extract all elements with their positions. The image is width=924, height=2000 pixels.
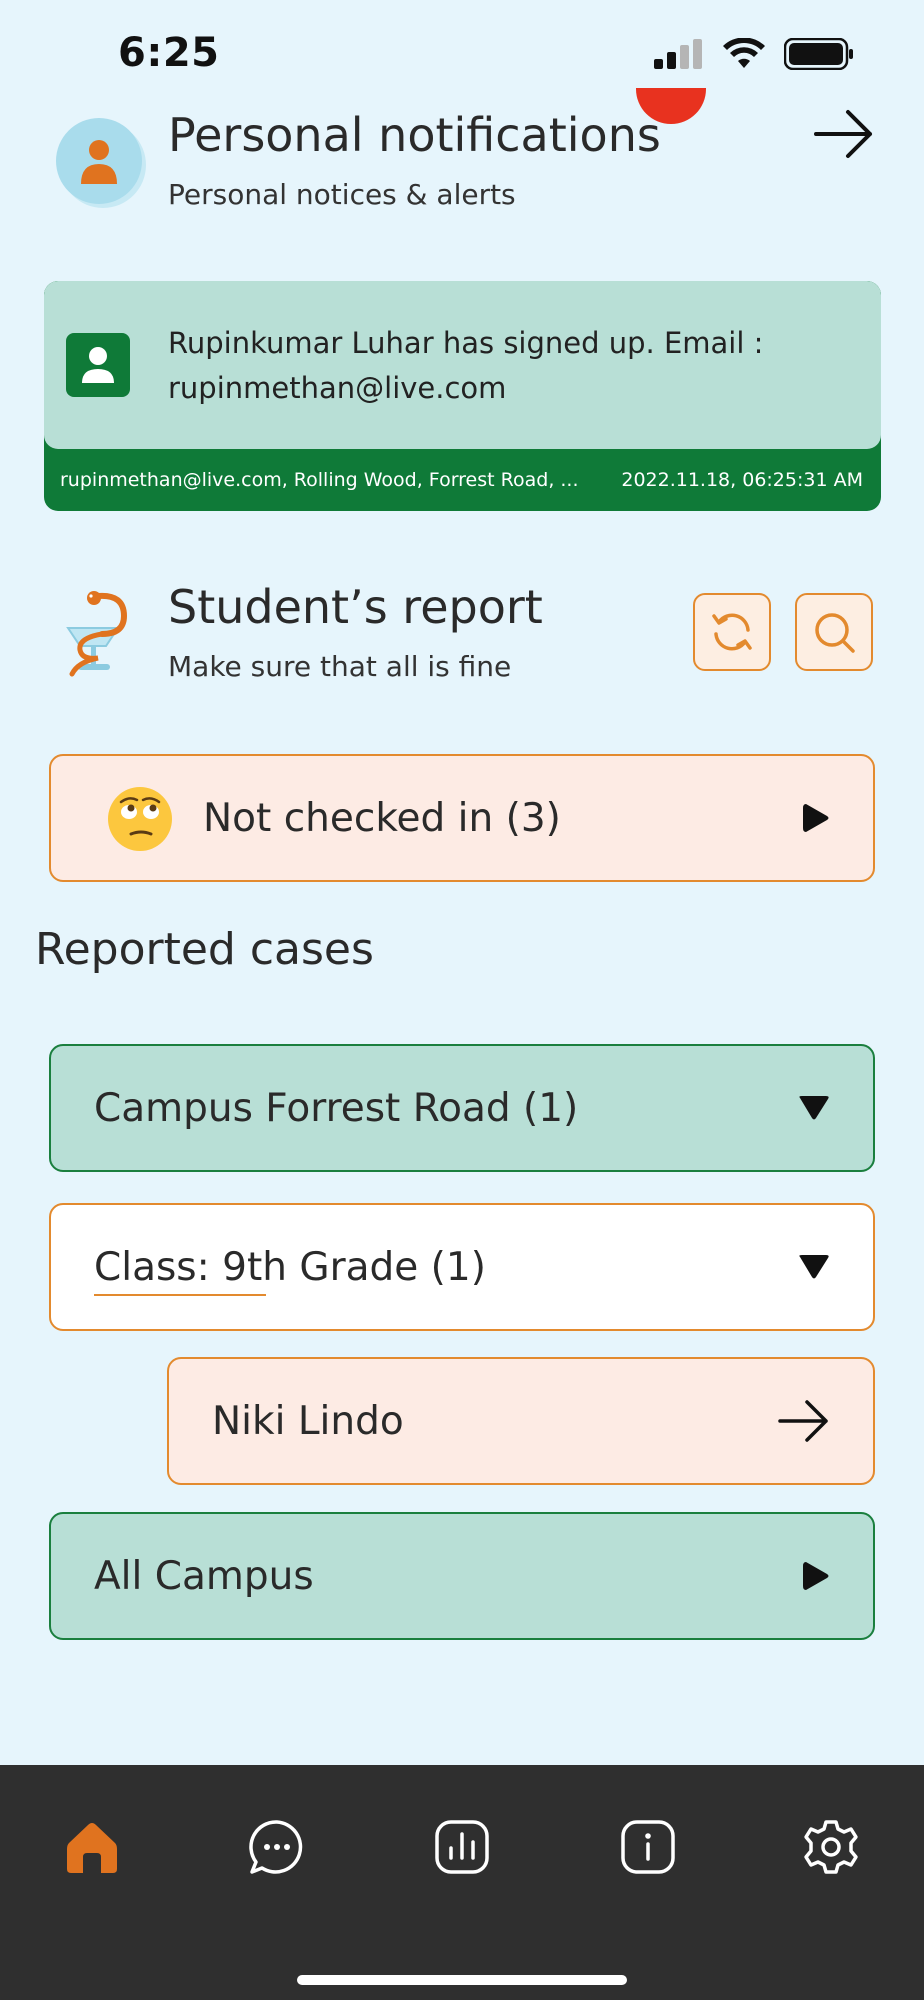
student-report-title: Student’s report [168,580,543,634]
play-triangle-icon [803,1562,829,1590]
medical-snake-icon [58,588,138,682]
personal-notifications-subtitle: Personal notices & alerts [168,178,516,211]
chat-icon[interactable] [245,1815,309,1879]
student-report-subtitle: Make sure that all is fine [168,650,512,683]
campus-label: Campus Forrest Road (1) [94,1085,579,1131]
info-icon[interactable] [616,1815,680,1879]
settings-icon[interactable] [799,1815,863,1879]
reported-cases-title: Reported cases [35,924,374,975]
arrow-right-icon [778,1400,828,1442]
class-underline [94,1294,266,1296]
home-indicator [297,1975,627,1985]
personal-notifications-title: Personal notifications [168,108,661,162]
not-checked-in-label: Not checked in (3) [203,795,561,841]
rolling-eyes-emoji-icon [108,787,172,851]
home-icon[interactable] [60,1815,124,1879]
chevron-down-triangle-icon [799,1096,829,1120]
user-avatar-icon [56,118,142,204]
class-label: Class: 9th Grade (1) [94,1244,486,1290]
chart-icon[interactable] [430,1815,494,1879]
search-button[interactable] [795,593,873,671]
play-triangle-icon [803,804,829,832]
notification-card[interactable]: Rupinkumar Luhar has signed up. Email : … [44,281,881,511]
refresh-button[interactable] [693,593,771,671]
all-campus-label: All Campus [94,1553,314,1599]
notification-card-body: Rupinkumar Luhar has signed up. Email : … [44,281,881,449]
campus-forrest-road-row[interactable]: Campus Forrest Road (1) [49,1044,875,1172]
battery-icon [784,38,853,70]
all-campus-row[interactable]: All Campus [49,1512,875,1640]
search-icon [815,613,855,653]
student-row[interactable]: Niki Lindo [167,1357,875,1485]
wifi-icon [723,38,765,68]
contact-card-icon [66,333,130,397]
arrow-right-icon[interactable] [812,106,876,166]
notification-message: Rupinkumar Luhar has signed up. Email : … [168,326,764,405]
bottom-navigation [0,1765,924,2000]
notification-address: rupinmethan@live.com, Rolling Wood, Forr… [60,469,579,491]
notification-timestamp: 2022.11.18, 06:25:31 AM [621,469,863,491]
status-icons [654,38,854,70]
chevron-down-triangle-icon [799,1255,829,1279]
not-checked-in-row[interactable]: Not checked in (3) [49,754,875,882]
refresh-icon [712,613,752,651]
student-name: Niki Lindo [212,1398,404,1444]
class-9th-grade-row[interactable]: Class: 9th Grade (1) [49,1203,875,1331]
cellular-signal-icon [654,39,702,69]
status-time: 6:25 [118,30,220,76]
